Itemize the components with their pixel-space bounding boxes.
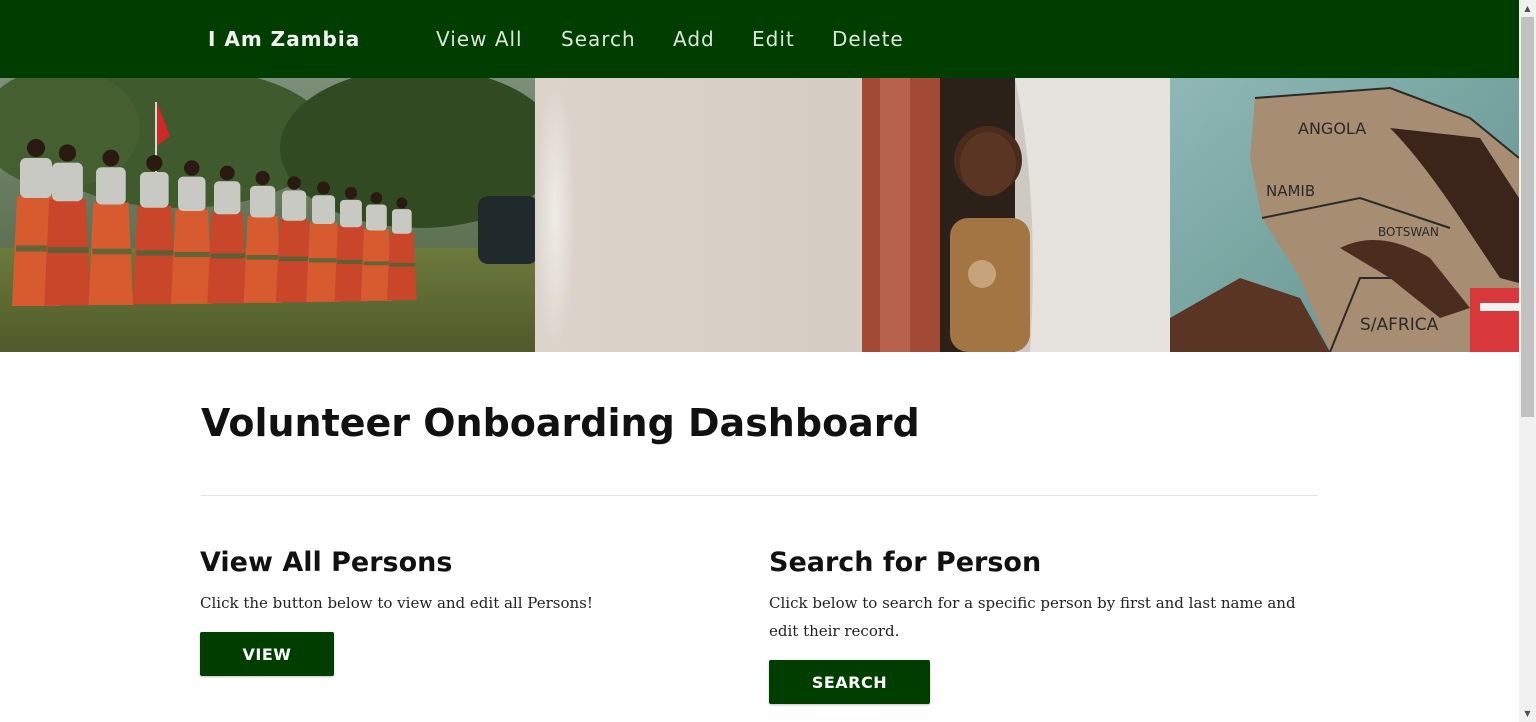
hero-collage-image: ANGOLA NAMIB BOTSWAN S/AFRICA — [0, 78, 1519, 352]
brand-link[interactable]: I Am Zambia — [208, 26, 360, 52]
page-title: Volunteer Onboarding Dashboard — [201, 401, 920, 445]
view-all-persons-heading: View All Persons — [200, 547, 453, 578]
nav-link-add[interactable]: Add — [673, 26, 715, 52]
map-label-botswana: BOTSWAN — [1378, 225, 1439, 239]
view-all-persons-description: Click the button below to view and edit … — [200, 594, 593, 612]
child-in-doorway-photo — [535, 78, 1175, 352]
scroll-up-arrow-icon[interactable]: ▲ — [1519, 0, 1536, 17]
nav-link-search[interactable]: Search — [561, 26, 636, 52]
nav-link-delete[interactable]: Delete — [832, 26, 904, 52]
search-button[interactable]: SEARCH — [769, 660, 930, 704]
section-divider — [201, 495, 1318, 496]
browser-viewport: I Am Zambia View All Search Add Edit Del… — [0, 0, 1536, 722]
page: I Am Zambia View All Search Add Edit Del… — [0, 0, 1519, 722]
search-for-person-heading: Search for Person — [769, 547, 1042, 578]
map-label-namibia: NAMIB — [1266, 182, 1315, 200]
search-for-person-description: Click below to search for a specific per… — [769, 594, 1296, 640]
nav-link-view-all[interactable]: View All — [436, 26, 523, 52]
hands-on-africa-map-photo: ANGOLA NAMIB BOTSWAN S/AFRICA — [1170, 78, 1519, 352]
map-label-south-africa: S/AFRICA — [1360, 315, 1439, 335]
scrollbar-thumb[interactable] — [1521, 17, 1534, 417]
vertical-scrollbar[interactable]: ▲ ▼ — [1519, 0, 1536, 722]
top-navbar: I Am Zambia View All Search Add Edit Del… — [0, 0, 1519, 78]
map-label-angola: ANGOLA — [1298, 119, 1366, 138]
scroll-down-arrow-icon[interactable]: ▼ — [1519, 705, 1536, 722]
view-button[interactable]: VIEW — [200, 632, 334, 676]
nav-link-edit[interactable]: Edit — [752, 26, 795, 52]
hero-banner: ANGOLA NAMIB BOTSWAN S/AFRICA — [0, 78, 1519, 352]
